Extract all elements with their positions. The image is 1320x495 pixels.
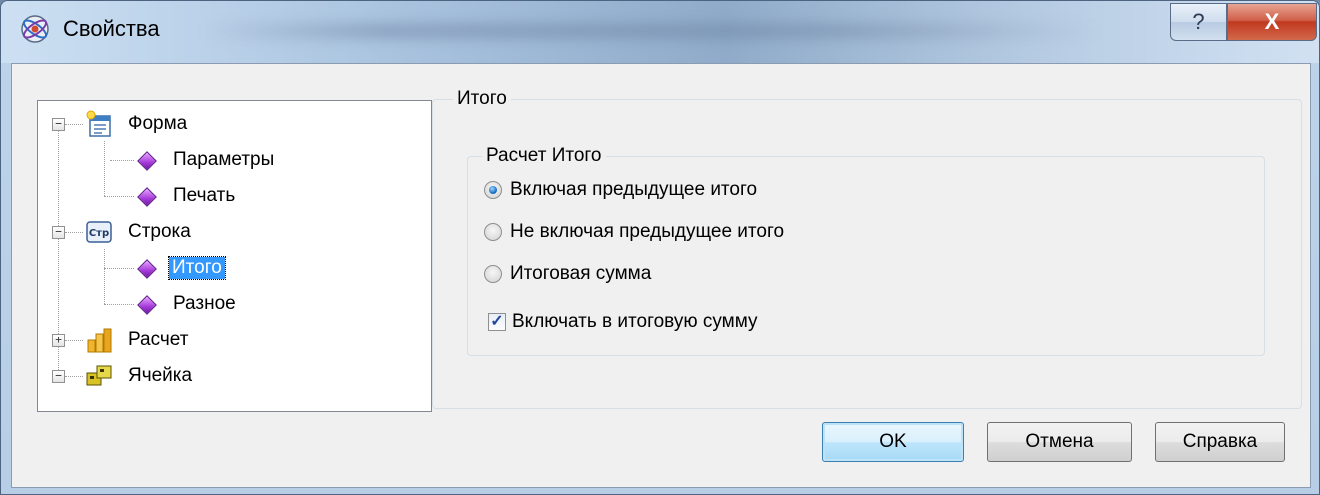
property-gem-icon (137, 259, 157, 279)
tree-item-raznoe[interactable]: Разное (38, 287, 338, 321)
cancel-button[interactable]: Отмена (987, 422, 1132, 462)
dialog-client-area: − Форма Параметры Печать − Стр Строка Ит… (11, 63, 1311, 488)
radio-total-sum[interactable]: Итоговая сумма (484, 263, 651, 285)
tree-item-label: Параметры (173, 149, 275, 170)
property-gem-icon (137, 151, 157, 171)
checkbox-checked[interactable]: ✓ (488, 313, 506, 331)
title-bar[interactable]: Свойства ? X (1, 1, 1319, 63)
collapse-icon[interactable]: − (52, 118, 65, 131)
radio-button[interactable] (484, 223, 502, 241)
radio-label: Итоговая сумма (510, 263, 652, 284)
calculation-icon (87, 328, 112, 353)
radio-include-previous[interactable]: Включая предыдущее итого (484, 179, 757, 201)
tree-item-itogo[interactable]: Итого (38, 251, 338, 285)
collapse-icon[interactable]: − (52, 370, 65, 383)
tree-item-parametry[interactable]: Параметры (38, 143, 338, 177)
collapse-icon[interactable]: − (52, 226, 65, 239)
tree-item-stroka[interactable]: − Стр Строка (38, 215, 338, 249)
radio-label: Не включая предыдущее итого (510, 221, 785, 242)
help-button[interactable]: Справка (1155, 422, 1285, 462)
tree-item-label: Строка (128, 221, 191, 242)
radio-button-checked[interactable] (484, 181, 502, 199)
checkbox-label: Включать в итоговую сумму (512, 311, 758, 332)
tree-item-label: Ячейка (128, 365, 193, 386)
string-icon: Стр (86, 221, 112, 243)
background-blur (201, 23, 1101, 39)
cell-icon (86, 365, 112, 386)
tree-item-forma[interactable]: − Форма (38, 107, 338, 141)
form-icon (86, 110, 111, 137)
help-icon[interactable]: ? (1170, 3, 1227, 41)
tree-item-raschet[interactable]: + Расчет (38, 323, 338, 357)
window-title: Свойства (63, 16, 160, 41)
tree-item-pechat[interactable]: Печать (38, 179, 338, 213)
radio-exclude-previous[interactable]: Не включая предыдущее итого (484, 221, 784, 243)
app-icon (21, 15, 49, 43)
tree-item-label: Разное (173, 293, 236, 314)
property-gem-icon (137, 187, 157, 207)
properties-dialog: Свойства ? X − Форма Параметры Печать − … (0, 0, 1320, 495)
checkbox-include-in-total[interactable]: ✓ Включать в итоговую сумму (488, 311, 758, 333)
property-gem-icon (137, 295, 157, 315)
ok-button[interactable]: OK (822, 422, 964, 462)
category-tree[interactable]: − Форма Параметры Печать − Стр Строка Ит… (37, 100, 432, 412)
svg-text:Стр: Стр (89, 228, 109, 239)
tree-item-label: Форма (128, 113, 188, 134)
expand-icon[interactable]: + (52, 334, 65, 347)
itogo-group-title: Итого (453, 88, 511, 110)
tree-item-label: Расчет (128, 329, 189, 350)
tree-item-yacheika[interactable]: − Ячейка (38, 359, 338, 393)
radio-button[interactable] (484, 265, 502, 283)
tree-item-label: Печать (173, 185, 236, 206)
raschet-itogo-group-title: Расчет Итого (482, 145, 606, 167)
radio-label: Включая предыдущее итого (510, 179, 758, 200)
tree-item-label-selected: Итого (168, 256, 226, 280)
close-icon[interactable]: X (1227, 3, 1317, 41)
